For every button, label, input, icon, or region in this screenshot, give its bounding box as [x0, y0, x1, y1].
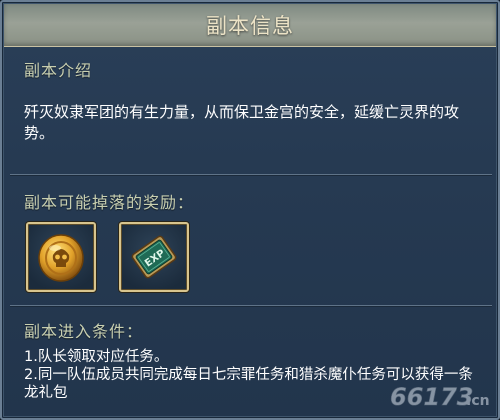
- reward-slot-exp-card[interactable]: EXP: [119, 222, 189, 292]
- gold-skull-coin-icon: [38, 234, 84, 282]
- site-watermark: 66173 .cn: [390, 383, 490, 412]
- instance-info-dialog: 副本信息 副本介绍 歼灭奴隶军团的有生力量，从而保卫金宫的安全，延缓亡灵界的攻势…: [0, 0, 500, 420]
- watermark-suffix: .cn: [466, 393, 490, 409]
- dialog-title: 副本信息: [206, 14, 294, 38]
- intro-heading: 副本介绍: [24, 61, 93, 80]
- exp-card-icon: EXP: [131, 235, 177, 279]
- rewards-heading: 副本可能掉落的奖励：: [24, 193, 195, 212]
- requirement-line: 1.队长领取对应任务。: [24, 349, 169, 365]
- intro-text: 歼灭奴隶军团的有生力量，从而保卫金宫的安全，延缓亡灵界的攻势。: [24, 103, 460, 142]
- requirements-heading: 副本进入条件：: [24, 322, 144, 341]
- watermark-number: 66173: [390, 383, 474, 411]
- divider: [10, 174, 492, 175]
- divider: [10, 305, 492, 306]
- dialog-header: 副本信息: [4, 4, 496, 47]
- reward-slot-coin[interactable]: [26, 222, 96, 292]
